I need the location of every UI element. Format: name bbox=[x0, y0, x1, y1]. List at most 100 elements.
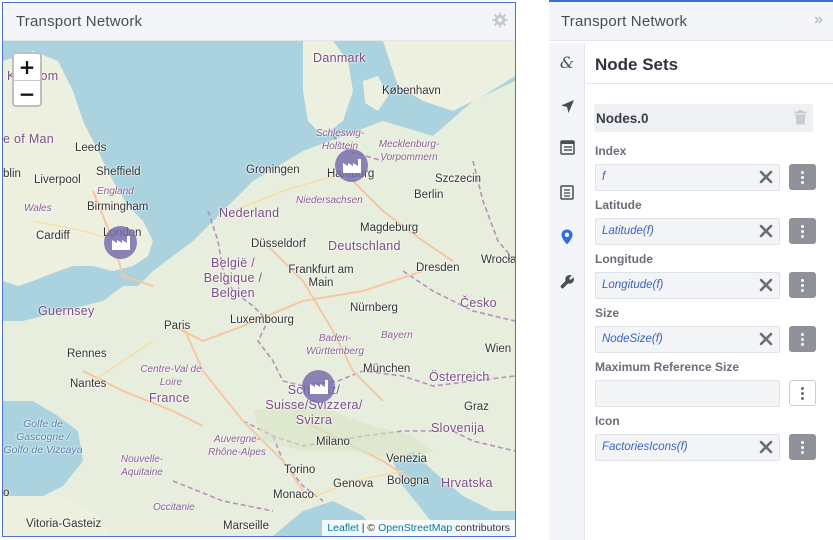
map-label: Dresden bbox=[416, 262, 460, 274]
longitude-field[interactable]: Longitude(f) bbox=[595, 272, 780, 299]
map-label: Bologna bbox=[387, 475, 430, 487]
node-set-header[interactable]: Nodes.0 bbox=[594, 104, 813, 132]
panel-header: Transport Network » bbox=[549, 2, 833, 41]
map-label: blin bbox=[3, 168, 21, 180]
map-label: Occitanie bbox=[153, 502, 195, 513]
map-label: Leeds bbox=[75, 142, 107, 154]
attribution-separator: | © bbox=[358, 522, 379, 534]
ampersand-icon[interactable]: & bbox=[558, 53, 576, 72]
map-label: Baden-Württemberg bbox=[306, 333, 364, 357]
navigation-arrow-icon[interactable] bbox=[558, 97, 576, 115]
map-label: Genova bbox=[333, 478, 374, 490]
wrench-icon[interactable] bbox=[558, 272, 576, 290]
map-label: France bbox=[149, 391, 190, 405]
document-list-icon[interactable] bbox=[558, 183, 576, 201]
clear-icon[interactable] bbox=[759, 278, 773, 292]
map-label: Hrvatska bbox=[441, 476, 493, 490]
index-field[interactable]: f bbox=[595, 164, 780, 191]
map-label: Bayern bbox=[381, 330, 413, 341]
map-label: Guernsey bbox=[38, 304, 95, 318]
side-nav: & bbox=[549, 43, 585, 540]
zoom-in-button[interactable]: + bbox=[14, 54, 40, 80]
factory-marker-london[interactable] bbox=[104, 226, 137, 259]
map-label: Vitoria-Gasteiz bbox=[26, 518, 102, 530]
map-label: e of Man bbox=[3, 132, 55, 146]
widget-header: Transport Network bbox=[3, 3, 515, 41]
field-menu-button[interactable] bbox=[789, 326, 816, 352]
map-label: Cardiff bbox=[36, 230, 70, 242]
icon-field[interactable]: FactoriesIcons(f) bbox=[595, 434, 780, 461]
field-value: f bbox=[602, 171, 606, 183]
field-menu-button[interactable] bbox=[789, 434, 816, 460]
map-label: Wrocław bbox=[481, 254, 515, 266]
map-label: Mecklenburg-Vorpommern bbox=[378, 139, 440, 163]
map-label: Frankfurt am Main bbox=[288, 264, 354, 289]
latitude-field[interactable]: Latitude(f) bbox=[595, 218, 780, 245]
map-label: Deutschland bbox=[328, 239, 401, 253]
map-label: Slovenija bbox=[431, 421, 485, 435]
field-label-size: Size bbox=[595, 306, 620, 320]
max-reference-size-field[interactable] bbox=[595, 380, 780, 407]
map-label: België / Belgique / Belgien bbox=[203, 256, 263, 300]
map-label: Monaco bbox=[273, 489, 314, 501]
map-label: Berlin bbox=[414, 189, 444, 201]
panel-content: Node Sets Nodes.0 Index f Latitude Latit… bbox=[586, 43, 833, 540]
map-label: Luxembourg bbox=[230, 314, 294, 326]
map-label: Milano bbox=[316, 436, 350, 448]
field-menu-button[interactable] bbox=[789, 218, 816, 244]
field-value: FactoriesIcons(f) bbox=[602, 441, 688, 453]
section-title: Node Sets bbox=[595, 55, 679, 74]
widget-title: Transport Network bbox=[16, 13, 143, 30]
panel-title: Transport Network bbox=[561, 13, 688, 30]
field-value: NodeSize(f) bbox=[602, 333, 663, 345]
map-label: Paris bbox=[164, 320, 191, 332]
field-menu-button[interactable] bbox=[789, 380, 816, 406]
map-label: Szczecin bbox=[435, 173, 482, 185]
clear-icon[interactable] bbox=[759, 332, 773, 346]
layers-list-icon[interactable] bbox=[558, 138, 576, 156]
map-label: Auvergne-Rhône-Alpes bbox=[208, 434, 266, 458]
gear-icon[interactable] bbox=[492, 12, 508, 28]
map-label: Österreich bbox=[429, 370, 490, 384]
osm-link[interactable]: OpenStreetMap bbox=[378, 522, 452, 534]
field-value: Longitude(f) bbox=[602, 279, 664, 291]
map-label: Wales bbox=[24, 203, 52, 214]
map-widget: Transport Network e of Man Leeds Sheffie… bbox=[2, 2, 516, 537]
map-label: München bbox=[363, 363, 411, 375]
field-label-icon: Icon bbox=[595, 414, 620, 428]
map-label: Liverpool bbox=[34, 174, 81, 186]
clear-icon[interactable] bbox=[759, 170, 773, 184]
clear-icon[interactable] bbox=[759, 224, 773, 238]
factory-icon bbox=[309, 379, 328, 394]
field-value: Latitude(f) bbox=[602, 225, 654, 237]
map-label: Rennes bbox=[67, 348, 107, 360]
factory-marker-switzerland[interactable] bbox=[302, 370, 335, 403]
leaflet-link[interactable]: Leaflet bbox=[327, 522, 359, 534]
field-label-longitude: Longitude bbox=[595, 252, 653, 266]
map-label: Niedersachsen bbox=[296, 195, 363, 206]
map-label: England bbox=[97, 186, 134, 197]
collapse-panel-icon[interactable]: » bbox=[814, 11, 823, 29]
clear-icon[interactable] bbox=[759, 440, 773, 454]
trash-icon[interactable] bbox=[794, 110, 807, 125]
map-label: Nantes bbox=[70, 378, 107, 390]
map-label: Centre-Val de Loire bbox=[140, 364, 202, 388]
map-label: Nouvelle-Aquitaine bbox=[120, 454, 164, 478]
factory-icon bbox=[342, 158, 361, 173]
field-menu-button[interactable] bbox=[789, 164, 816, 190]
map-label: Düsseldorf bbox=[251, 238, 306, 250]
factory-marker-hamburg[interactable] bbox=[335, 149, 368, 182]
map-label: Schleswig-Holstein bbox=[315, 128, 365, 152]
zoom-out-button[interactable]: − bbox=[14, 80, 40, 105]
map-attribution: Leaflet | © OpenStreetMap contributors bbox=[322, 520, 515, 536]
map-label: København bbox=[382, 85, 441, 97]
map-label: Golfe de Gascogne / Golfo de Vizcaya bbox=[3, 418, 83, 456]
map-pin-icon[interactable] bbox=[558, 228, 576, 246]
map-label: Sheffield bbox=[96, 166, 141, 178]
field-menu-button[interactable] bbox=[789, 272, 816, 298]
factory-icon bbox=[111, 235, 130, 250]
map-label: Birmingham bbox=[87, 201, 149, 213]
map-canvas[interactable]: Kingdom e of Man Leeds Sheffield blin Li… bbox=[3, 41, 515, 536]
size-field[interactable]: NodeSize(f) bbox=[595, 326, 780, 353]
field-label-latitude: Latitude bbox=[595, 198, 642, 212]
